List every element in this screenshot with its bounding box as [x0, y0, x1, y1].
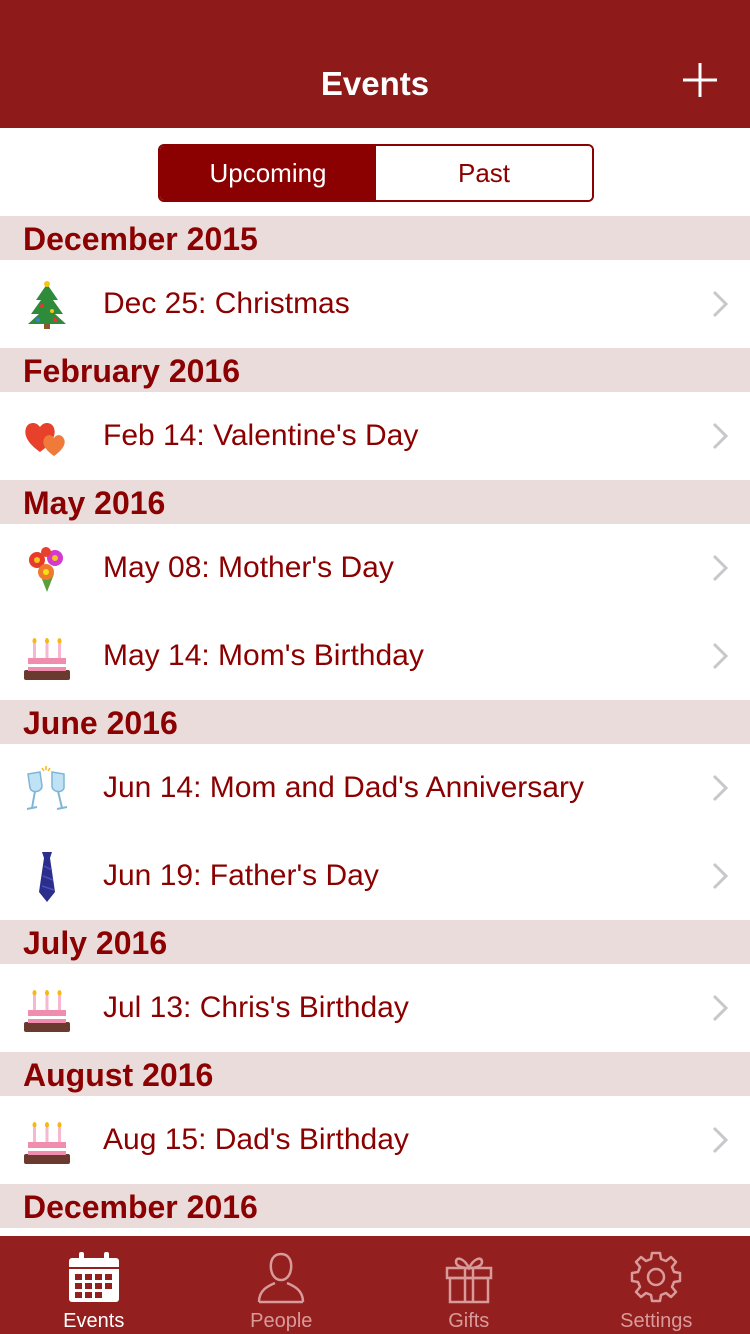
plus-icon[interactable]	[680, 60, 720, 100]
section-header: July 2016	[0, 920, 750, 964]
segment-upcoming[interactable]: Upcoming	[160, 146, 376, 200]
segment-bar: Upcoming Past	[0, 128, 750, 216]
section-header: December 2016	[0, 1184, 750, 1228]
page-title: Events	[320, 65, 430, 102]
chevron-right-icon	[712, 554, 728, 582]
birthday-cake-icon	[24, 1122, 70, 1164]
chevron-right-icon	[712, 862, 728, 890]
chevron-right-icon	[712, 774, 728, 802]
event-row[interactable]: May 08: Mother's Day	[0, 524, 750, 612]
segment-past[interactable]: Past	[376, 146, 592, 200]
tab-people[interactable]: People	[188, 1236, 376, 1334]
calendar-icon	[68, 1252, 119, 1302]
tab-label: People	[250, 1310, 313, 1332]
chevron-right-icon	[712, 290, 728, 318]
event-row[interactable]: Jul 13: Chris's Birthday	[0, 964, 750, 1052]
event-row[interactable]: Dec 25: Christmas	[0, 260, 750, 348]
section-header: June 2016	[0, 700, 750, 744]
event-label: May 14: Mom's Birthday	[103, 639, 424, 672]
event-label: Aug 15: Dad's Birthday	[103, 1123, 409, 1156]
chevron-right-icon	[712, 1126, 728, 1154]
segmented-control: Upcoming Past	[158, 144, 594, 202]
birthday-cake-icon	[24, 990, 70, 1032]
event-row[interactable]: May 14: Mom's Birthday	[0, 612, 750, 700]
champagne-glasses-icon	[26, 766, 68, 810]
birthday-cake-icon	[24, 638, 70, 680]
tab-gifts[interactable]: Gifts	[375, 1236, 563, 1334]
tab-label: Gifts	[448, 1310, 490, 1332]
chevron-right-icon	[712, 422, 728, 450]
event-row[interactable]: Feb 14: Valentine's Day	[0, 392, 750, 480]
event-label: Feb 14: Valentine's Day	[103, 419, 419, 452]
person-icon	[258, 1252, 305, 1304]
christmas-tree-icon	[28, 281, 66, 329]
events-list[interactable]: December 2015 Dec 25: Christmas February…	[0, 216, 750, 1236]
gear-icon	[631, 1251, 682, 1303]
tab-settings[interactable]: Settings	[563, 1236, 750, 1334]
event-label: Dec 25: Christmas	[103, 287, 350, 320]
event-label: Jun 14: Mom and Dad's Anniversary	[103, 771, 584, 804]
section-header: May 2016	[0, 480, 750, 524]
navigation-bar: Events	[0, 0, 750, 128]
event-label: May 08: Mother's Day	[103, 551, 394, 584]
event-row[interactable]: Aug 15: Dad's Birthday	[0, 1096, 750, 1184]
necktie-icon	[39, 852, 55, 902]
event-label: Jul 13: Chris's Birthday	[103, 991, 409, 1024]
event-row[interactable]: Jun 19: Father's Day	[0, 832, 750, 920]
section-header: February 2016	[0, 348, 750, 392]
bouquet-icon	[29, 547, 63, 592]
gift-icon	[445, 1257, 492, 1304]
event-label: Jun 19: Father's Day	[103, 859, 379, 892]
event-row[interactable]: Jun 14: Mom and Dad's Anniversary	[0, 744, 750, 832]
tab-label: Settings	[620, 1310, 693, 1332]
tab-bar: Events People Gifts Settings	[0, 1236, 750, 1334]
hearts-icon	[25, 422, 65, 456]
section-header: December 2015	[0, 216, 750, 260]
chevron-right-icon	[712, 642, 728, 670]
section-header: August 2016	[0, 1052, 750, 1096]
tab-label: Events	[63, 1310, 125, 1332]
chevron-right-icon	[712, 994, 728, 1022]
tab-events[interactable]: Events	[0, 1236, 188, 1334]
